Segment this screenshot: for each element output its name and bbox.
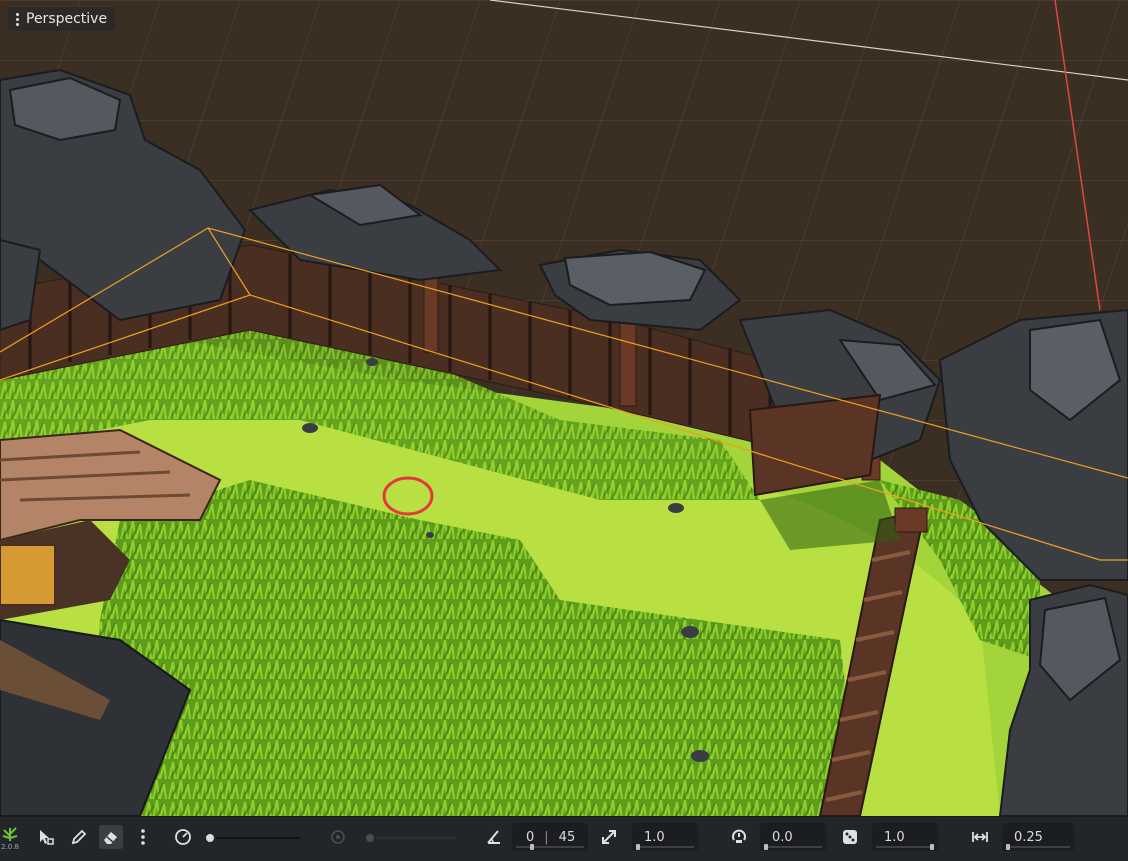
more-options-button[interactable] bbox=[131, 825, 155, 849]
rotation-max-value[interactable]: 45 bbox=[559, 830, 576, 845]
scene-render bbox=[0, 0, 1128, 816]
rotation-min-value[interactable]: 0 bbox=[526, 830, 534, 845]
angle-icon bbox=[487, 830, 500, 844]
spacing-value[interactable]: 0.25 bbox=[1014, 830, 1043, 845]
scale-value[interactable]: 1.0 bbox=[644, 830, 665, 845]
random-rotation-label bbox=[727, 825, 751, 849]
disabled-slider-knob bbox=[364, 832, 376, 844]
scatter-toolbar: 2.0.8 0 | 45 1.0 0.0 1.0 0.25 bbox=[0, 816, 1128, 861]
paint-tool-button[interactable] bbox=[67, 825, 91, 849]
rotation-range-field[interactable]: 0 | 45 bbox=[512, 823, 588, 851]
3d-viewport[interactable]: Perspective bbox=[0, 0, 1128, 816]
vertical-dots-icon bbox=[141, 829, 145, 845]
rotation-label bbox=[482, 825, 506, 849]
select-cursor-icon bbox=[40, 830, 54, 845]
density-value[interactable]: 1.0 bbox=[884, 830, 905, 845]
random-rotation-field[interactable]: 0.0 bbox=[760, 823, 826, 851]
expand-arrows-icon bbox=[602, 830, 616, 844]
spacing-field[interactable]: 0.25 bbox=[1002, 823, 1074, 851]
gauge-icon bbox=[331, 830, 345, 844]
plugin-logo: 2.0.8 bbox=[0, 817, 20, 861]
erase-tool-button[interactable] bbox=[99, 825, 123, 849]
dice-icon bbox=[843, 830, 857, 844]
version-label: 2.0.8 bbox=[1, 843, 19, 851]
disabled-tool-label bbox=[326, 825, 350, 849]
eraser-icon bbox=[104, 832, 117, 844]
range-separator: | bbox=[544, 829, 549, 845]
density-label bbox=[838, 825, 862, 849]
density-field[interactable]: 1.0 bbox=[872, 823, 938, 851]
scale-field[interactable]: 1.0 bbox=[632, 823, 698, 851]
pencil-icon bbox=[71, 829, 87, 845]
brush-strength-slider[interactable] bbox=[204, 832, 300, 844]
kebab-menu-icon bbox=[14, 12, 20, 26]
select-tool-button[interactable] bbox=[34, 825, 58, 849]
perspective-menu-button[interactable]: Perspective bbox=[8, 7, 116, 31]
disabled-slider bbox=[364, 832, 456, 844]
spacing-arrows-icon bbox=[972, 832, 988, 842]
random-rotation-value[interactable]: 0.0 bbox=[772, 830, 793, 845]
scale-label bbox=[597, 825, 621, 849]
spacing-label bbox=[968, 825, 992, 849]
plant-logo-icon bbox=[2, 827, 18, 841]
gauge-icon bbox=[175, 829, 191, 845]
brush-strength-label bbox=[171, 825, 195, 849]
brush-strength-knob[interactable] bbox=[204, 832, 216, 844]
rotate-icon bbox=[732, 829, 746, 843]
perspective-label: Perspective bbox=[26, 11, 108, 27]
